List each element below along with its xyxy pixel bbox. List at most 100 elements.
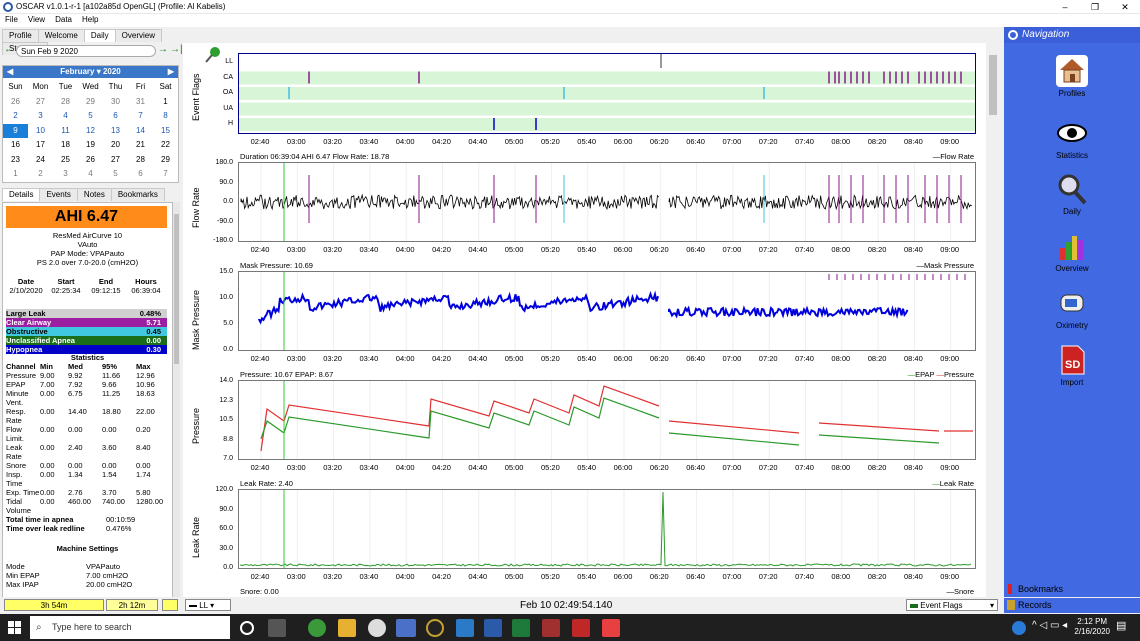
word-icon[interactable] <box>484 619 502 637</box>
calendar-year[interactable]: 2020 <box>103 67 121 76</box>
clock[interactable]: 2:12 PM 2/16/2020 <box>1074 617 1110 637</box>
calendar-day[interactable]: 28 <box>128 153 153 168</box>
calendar-day[interactable]: 13 <box>103 124 128 139</box>
nav-overview[interactable]: Overview <box>1004 230 1140 273</box>
calendar-day[interactable]: 1 <box>3 167 28 182</box>
windows-start-icon[interactable] <box>8 621 22 635</box>
pressure-plot[interactable] <box>238 380 976 460</box>
tab-overview[interactable]: Overview <box>114 29 163 42</box>
calendar-day[interactable]: 31 <box>128 95 153 110</box>
photos-icon[interactable] <box>456 619 474 637</box>
tab-notes[interactable]: Notes <box>76 188 112 201</box>
minimize-button[interactable]: – <box>1050 0 1080 14</box>
calendar-day[interactable]: 26 <box>3 95 28 110</box>
records-bar[interactable]: Records <box>1004 598 1140 613</box>
calendar-day[interactable]: 8 <box>153 109 178 124</box>
event-flags-plot[interactable] <box>238 53 976 134</box>
tab-profile[interactable]: Profile <box>2 29 39 42</box>
nav-daily[interactable]: Daily <box>1004 173 1140 216</box>
app-icon-red[interactable] <box>542 619 560 637</box>
tab-welcome[interactable]: Welcome <box>37 29 85 42</box>
calendar-day[interactable]: 27 <box>28 95 53 110</box>
task-view-icon[interactable] <box>268 619 286 637</box>
calendar-day[interactable]: 2 <box>28 167 53 182</box>
event-flags-select[interactable]: Event Flags ▾ <box>906 599 998 611</box>
calendar-day[interactable]: 28 <box>53 95 78 110</box>
calendar-day[interactable]: 5 <box>103 167 128 182</box>
nav-import[interactable]: SD Import <box>1004 344 1140 387</box>
last-day-arrow-icon[interactable]: →| <box>170 44 183 55</box>
event-row[interactable]: Large Leak 0.48% <box>6 309 167 318</box>
app-icon-red2[interactable] <box>572 619 590 637</box>
maximize-button[interactable]: ❐ <box>1080 0 1110 14</box>
tab-events[interactable]: Events <box>39 188 78 201</box>
calendar-day[interactable]: 27 <box>103 153 128 168</box>
next-month-icon[interactable]: ▶ <box>168 66 174 78</box>
calendar-day[interactable]: 18 <box>53 138 78 153</box>
cortana-icon[interactable] <box>240 621 254 635</box>
prev-day-arrow-icon[interactable]: ← <box>4 44 14 55</box>
calendar-month[interactable]: February <box>60 67 94 76</box>
mask-pressure-plot[interactable] <box>238 271 976 351</box>
calendar-day[interactable]: 19 <box>78 138 103 153</box>
calendar-day[interactable]: 3 <box>53 167 78 182</box>
calendar-day[interactable]: 5 <box>78 109 103 124</box>
calendar-day[interactable]: 26 <box>78 153 103 168</box>
calendar-day[interactable]: 7 <box>153 167 178 182</box>
calendar-day[interactable]: 4 <box>78 167 103 182</box>
help-icon[interactable] <box>1012 621 1026 635</box>
excel-icon[interactable] <box>512 619 530 637</box>
tray-icons[interactable]: ^ ◁ ▭ ◂ <box>1032 620 1067 631</box>
calendar-day[interactable]: 3 <box>28 109 53 124</box>
calendar-day[interactable]: 11 <box>53 124 78 139</box>
calendar-day[interactable]: 12 <box>78 124 103 139</box>
calendar-day[interactable]: 24 <box>28 153 53 168</box>
next-day-arrow-icon[interactable]: → <box>158 44 168 55</box>
event-row[interactable]: Unclassified Apnea 0.00 <box>6 336 167 345</box>
calendar-day[interactable]: 21 <box>128 138 153 153</box>
calendar-day[interactable]: 25 <box>53 153 78 168</box>
menu-help[interactable]: Help <box>77 14 103 25</box>
calendar-day[interactable]: 14 <box>128 124 153 139</box>
calendar-day[interactable]: 4 <box>53 109 78 124</box>
menu-view[interactable]: View <box>23 14 50 25</box>
tab-bookmarks[interactable]: Bookmarks <box>110 188 165 201</box>
graph-scroll-thumb[interactable] <box>989 55 997 115</box>
leak-rate-plot[interactable] <box>238 489 976 569</box>
calendar-day[interactable]: 1 <box>153 95 178 110</box>
nav-profiles[interactable]: Profiles <box>1004 55 1140 98</box>
menu-data[interactable]: Data <box>50 14 77 25</box>
calendar-day[interactable]: 6 <box>103 109 128 124</box>
taskbar-search[interactable]: ⌕ Type here to search <box>30 616 230 639</box>
calendar-day[interactable]: 30 <box>103 95 128 110</box>
calendar-day[interactable]: 16 <box>3 138 28 153</box>
oscar-taskbar-icon[interactable] <box>396 619 416 637</box>
notification-icon[interactable]: ▤ <box>1116 619 1132 635</box>
details-scrollbar[interactable] <box>173 202 180 621</box>
details-scroll-thumb[interactable] <box>174 214 179 364</box>
calendar-day[interactable]: 29 <box>153 153 178 168</box>
calendar-day[interactable]: 7 <box>128 109 153 124</box>
prev-month-icon[interactable]: ◀ <box>7 66 13 78</box>
app-icon-gold[interactable] <box>426 619 444 637</box>
calendar-day[interactable]: 17 <box>28 138 53 153</box>
nav-statistics[interactable]: Statistics <box>1004 117 1140 160</box>
calendar-day[interactable]: 15 <box>153 124 178 139</box>
calendar-day[interactable]: 10 <box>28 124 53 139</box>
menu-file[interactable]: File <box>0 14 23 25</box>
date-selector[interactable]: Sun Feb 9 2020 <box>16 45 156 57</box>
tab-daily[interactable]: Daily <box>83 29 116 42</box>
bookmarks-bar[interactable]: Bookmarks <box>1004 582 1140 597</box>
calendar-day[interactable]: 23 <box>3 153 28 168</box>
chrome-icon[interactable] <box>308 619 326 637</box>
event-row[interactable]: Clear Airway 5.71 <box>6 318 167 327</box>
graph-scrollbar[interactable] <box>988 43 998 597</box>
calendar-day[interactable]: 2 <box>3 109 28 124</box>
event-row[interactable]: Obstructive 0.45 <box>6 327 167 336</box>
calendar-day[interactable]: 29 <box>78 95 103 110</box>
calendar-day[interactable]: 9 <box>3 123 28 138</box>
close-button[interactable]: ✕ <box>1110 0 1140 14</box>
tab-details[interactable]: Details <box>2 188 41 201</box>
channel-select[interactable]: LL ▾ <box>185 599 231 611</box>
file-explorer-icon[interactable] <box>338 619 356 637</box>
